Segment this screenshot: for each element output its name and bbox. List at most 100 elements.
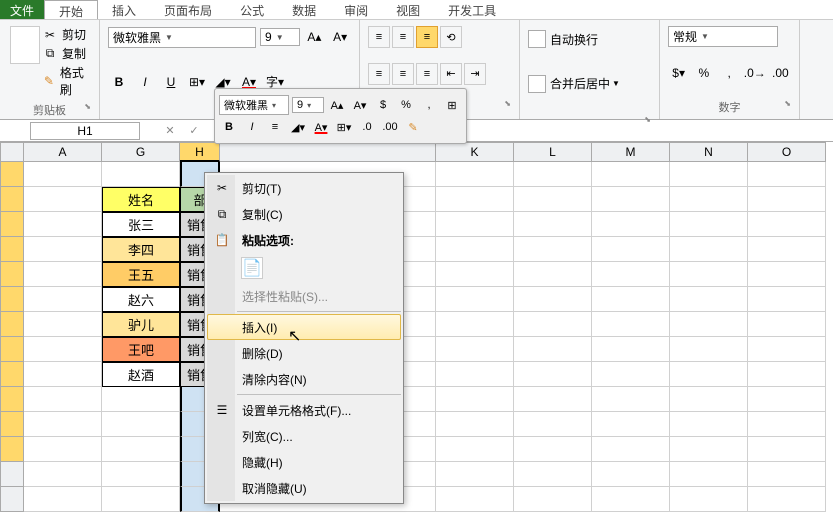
cell[interactable] <box>514 287 592 312</box>
cell[interactable] <box>592 362 670 387</box>
align-right[interactable]: ≡ <box>416 63 438 85</box>
cell[interactable] <box>748 487 826 512</box>
cell[interactable] <box>514 162 592 187</box>
cell[interactable] <box>748 337 826 362</box>
cut-button[interactable]: ✂剪切 <box>42 26 91 43</box>
cell[interactable] <box>748 212 826 237</box>
col-header[interactable]: L <box>514 142 592 162</box>
cell[interactable] <box>436 362 514 387</box>
cell[interactable] <box>592 337 670 362</box>
row-header[interactable] <box>0 337 24 362</box>
cell[interactable] <box>24 387 102 412</box>
ctx-cut[interactable]: ✂剪切(T) <box>207 175 401 201</box>
mini-font-size[interactable]: 9▾ <box>292 97 324 113</box>
cell[interactable] <box>102 487 180 512</box>
tab-home[interactable]: 开始 <box>44 0 98 19</box>
ctx-copy[interactable]: ⧉复制(C) <box>207 201 401 227</box>
cell[interactable] <box>514 312 592 337</box>
cell[interactable] <box>670 462 748 487</box>
row-header[interactable] <box>0 162 24 187</box>
cell[interactable] <box>514 237 592 262</box>
cell[interactable] <box>514 412 592 437</box>
cell[interactable] <box>514 437 592 462</box>
cell[interactable] <box>670 487 748 512</box>
tab-layout[interactable]: 页面布局 <box>150 0 226 19</box>
col-header[interactable]: O <box>748 142 826 162</box>
spreadsheet-grid[interactable]: AGHKLMNO 姓名部张三销售李四销售王五销售赵六销售驴儿销售王吧销售赵酒销售 <box>0 142 833 512</box>
cell[interactable] <box>436 487 514 512</box>
mini-italic[interactable]: I <box>242 117 262 137</box>
select-all-corner[interactable] <box>0 142 24 162</box>
paste-button[interactable] <box>10 26 40 64</box>
col-header[interactable]: M <box>592 142 670 162</box>
col-header[interactable]: K <box>436 142 514 162</box>
mini-dec-decimal[interactable]: .0 <box>357 117 377 137</box>
row-header[interactable] <box>0 312 24 337</box>
mini-percent-icon[interactable]: % <box>396 95 416 115</box>
mini-border[interactable]: ⊞▾ <box>334 117 354 137</box>
cell[interactable] <box>748 287 826 312</box>
tab-data[interactable]: 数据 <box>278 0 330 19</box>
mini-decrease-font-icon[interactable]: A▾ <box>350 95 370 115</box>
cell[interactable] <box>514 462 592 487</box>
cell[interactable] <box>748 187 826 212</box>
cell[interactable] <box>748 162 826 187</box>
cell[interactable] <box>592 487 670 512</box>
ctx-hide[interactable]: 隐藏(H) <box>207 449 401 475</box>
orientation[interactable]: ⟲ <box>440 26 462 48</box>
cell[interactable] <box>748 262 826 287</box>
cell[interactable] <box>102 437 180 462</box>
percent-button[interactable]: % <box>693 62 714 84</box>
mini-font-color[interactable]: A▾ <box>311 117 331 137</box>
align-center[interactable]: ≡ <box>392 63 414 85</box>
col-header[interactable]: G <box>102 142 180 162</box>
fx-enter-icon[interactable]: ✓ <box>184 122 204 140</box>
cell[interactable] <box>592 412 670 437</box>
cell[interactable] <box>436 412 514 437</box>
align-top[interactable]: ≡ <box>368 26 390 48</box>
cell[interactable] <box>670 162 748 187</box>
row-header[interactable] <box>0 212 24 237</box>
indent-dec[interactable]: ⇤ <box>440 63 462 85</box>
row-header[interactable] <box>0 262 24 287</box>
cell[interactable] <box>670 362 748 387</box>
ctx-delete[interactable]: 删除(D) <box>207 340 401 366</box>
ctx-clear[interactable]: 清除内容(N) <box>207 366 401 392</box>
cell[interactable] <box>24 162 102 187</box>
name-box[interactable]: H1 <box>30 122 140 140</box>
cell[interactable] <box>592 212 670 237</box>
cell[interactable] <box>748 237 826 262</box>
number-format-combo[interactable]: 常规▼ <box>668 26 778 47</box>
cell[interactable] <box>436 337 514 362</box>
ctx-column-width[interactable]: 列宽(C)... <box>207 423 401 449</box>
cell[interactable] <box>592 387 670 412</box>
cell[interactable] <box>748 462 826 487</box>
cell[interactable] <box>514 487 592 512</box>
tab-view[interactable]: 视图 <box>382 0 434 19</box>
row-header[interactable] <box>0 287 24 312</box>
row-header[interactable] <box>0 487 24 512</box>
mini-fill[interactable]: ◢▾ <box>288 117 308 137</box>
row-header[interactable] <box>0 412 24 437</box>
cell[interactable] <box>436 187 514 212</box>
tab-dev[interactable]: 开发工具 <box>434 0 510 19</box>
ctx-paste-special[interactable]: 选择性粘贴(S)... <box>207 283 401 309</box>
cell[interactable]: 王吧 <box>102 337 180 362</box>
ctx-unhide[interactable]: 取消隐藏(U) <box>207 475 401 501</box>
cell[interactable] <box>24 362 102 387</box>
cell[interactable] <box>102 162 180 187</box>
cell[interactable] <box>514 262 592 287</box>
mini-brush-icon[interactable]: ✎ <box>403 117 423 137</box>
cell[interactable] <box>670 437 748 462</box>
tab-formula[interactable]: 公式 <box>226 0 278 19</box>
col-header[interactable]: H <box>180 142 220 162</box>
align-left[interactable]: ≡ <box>368 63 390 85</box>
cell[interactable] <box>748 437 826 462</box>
font-size-combo[interactable]: 9▼ <box>260 28 300 46</box>
cell[interactable] <box>24 312 102 337</box>
format-brush[interactable]: ✎格式刷 <box>42 64 91 98</box>
cell[interactable] <box>24 187 102 212</box>
mini-align[interactable]: ≡ <box>265 117 285 137</box>
cell[interactable] <box>436 237 514 262</box>
row-header[interactable] <box>0 362 24 387</box>
